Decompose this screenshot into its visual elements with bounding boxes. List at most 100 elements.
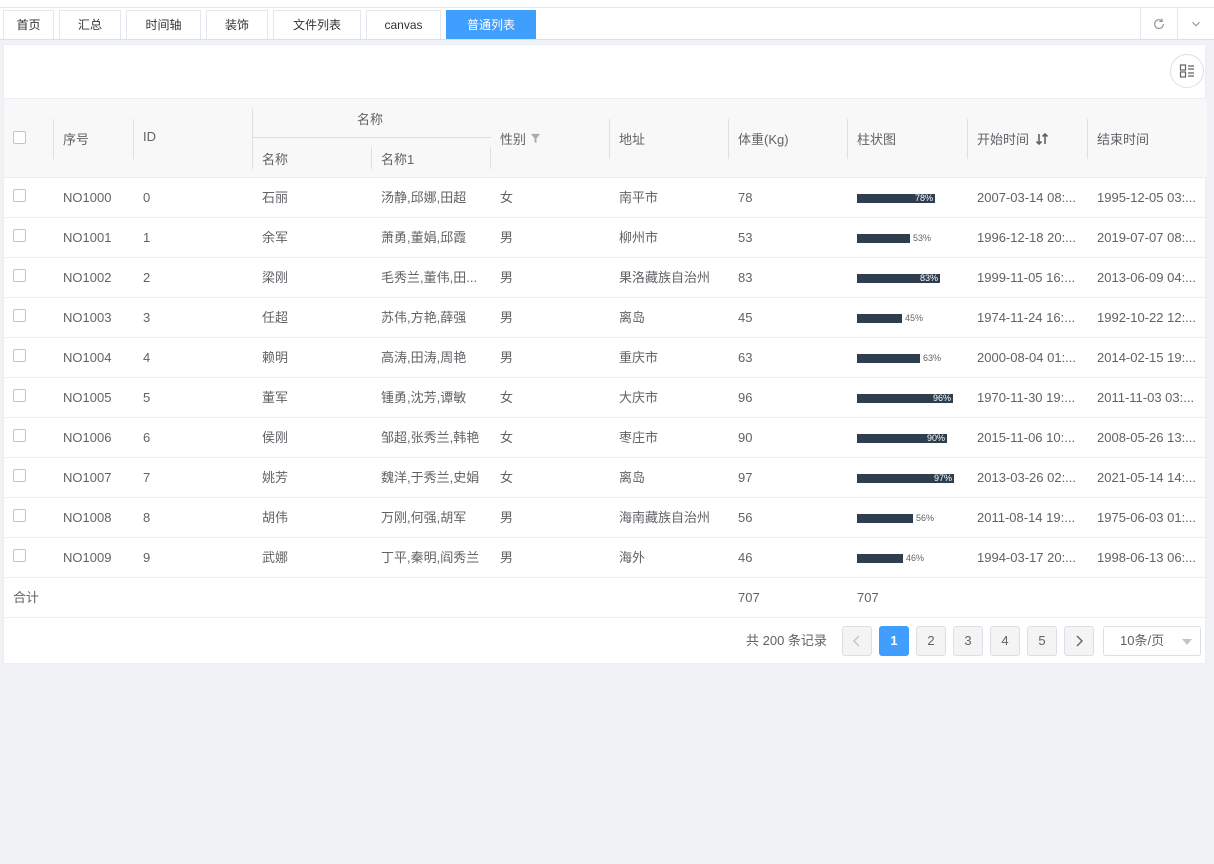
cell-name: 石丽 bbox=[262, 190, 289, 205]
cell-name: 武娜 bbox=[262, 550, 289, 565]
page-size-select[interactable]: 10条/页 bbox=[1103, 626, 1201, 656]
cell-weight: 78 bbox=[738, 190, 753, 205]
cell-end: 1975-06-03 01:... bbox=[1097, 510, 1197, 525]
progress-label: 97% bbox=[933, 473, 952, 483]
table-row[interactable]: NO1005 5 董军 锺勇,沈芳,谭敏 女 大庆市 96 1970-11-30 19:...… bbox=[4, 378, 1207, 418]
cell-weight: 96 bbox=[738, 390, 753, 405]
cell-seq: NO1002 bbox=[63, 270, 112, 285]
table-row[interactable]: NO1009 9 武娜 丁平,秦明,阎秀兰 男 海外 46 1994-03-17 20:...… bbox=[4, 538, 1207, 578]
cell-address: 南平市 bbox=[619, 190, 659, 205]
header-start-label: 开始时间 bbox=[977, 132, 1030, 147]
page-3[interactable]: 3 bbox=[953, 626, 983, 656]
chevron-left-icon bbox=[853, 635, 860, 647]
cell-weight: 56 bbox=[738, 510, 753, 525]
prev-page-button[interactable] bbox=[842, 626, 872, 656]
cell-name: 余军 bbox=[262, 230, 289, 245]
cell-weight: 46 bbox=[738, 550, 753, 565]
table-row[interactable]: NO1008 8 胡伟 万刚,何强,胡军 男 海南藏族自治州 56 2011-08-14 19… bbox=[4, 498, 1207, 538]
cell-start: 1974-11-24 16:... bbox=[977, 310, 1076, 325]
cell-gender: 女 bbox=[500, 470, 514, 485]
page-2[interactable]: 2 bbox=[916, 626, 946, 656]
table-row[interactable]: NO1001 1 余军 萧勇,董娟,邱霞 男 柳州市 53 1996-12-18 20:...… bbox=[4, 218, 1207, 258]
table-row[interactable]: NO1002 2 梁刚 毛秀兰,董伟,田... 男 果洛藏族自治州 83 1999-11-05… bbox=[4, 258, 1207, 298]
cell-seq: NO1008 bbox=[63, 510, 112, 525]
cell-id: 4 bbox=[143, 350, 151, 365]
sort-icon[interactable] bbox=[1035, 132, 1049, 146]
cell-address: 重庆市 bbox=[619, 350, 659, 365]
header-start-time[interactable]: 开始时间 bbox=[977, 129, 1049, 148]
table-row[interactable]: NO1003 3 任超 苏伟,方艳,薛强 男 离岛 45 1974-11-24 16:... 1… bbox=[4, 298, 1207, 338]
cell-start: 1970-11-30 19:... bbox=[977, 390, 1076, 405]
cell-id: 9 bbox=[143, 550, 151, 565]
cell-seq: NO1003 bbox=[63, 310, 112, 325]
more-tabs-button[interactable] bbox=[1177, 8, 1213, 39]
cell-address: 离岛 bbox=[619, 310, 646, 325]
tab-normal-list[interactable]: 普通列表 bbox=[446, 10, 536, 39]
header-address: 地址 bbox=[619, 132, 646, 147]
tab-summary[interactable]: 汇总 bbox=[59, 10, 121, 39]
cell-weight: 53 bbox=[738, 230, 753, 245]
row-checkbox[interactable] bbox=[13, 258, 26, 297]
cell-end: 2014-02-15 19:... bbox=[1097, 350, 1197, 365]
pagination: 共 200 条记录 1 2 3 4 5 10条/页 bbox=[4, 626, 1207, 664]
header-end-time: 结束时间 bbox=[1097, 132, 1150, 147]
next-page-button[interactable] bbox=[1064, 626, 1094, 656]
cell-weight: 83 bbox=[738, 270, 753, 285]
cell-id: 8 bbox=[143, 510, 151, 525]
header-name: 名称 bbox=[262, 152, 289, 167]
progress-bar: 97% bbox=[857, 473, 954, 483]
table-row[interactable]: NO1000 0 石丽 汤静,邱娜,田超 女 南平市 78 2007-03-14 08:...… bbox=[4, 178, 1207, 218]
filter-icon[interactable] bbox=[530, 133, 541, 144]
page-5[interactable]: 5 bbox=[1027, 626, 1057, 656]
cell-address: 果洛藏族自治州 bbox=[619, 270, 711, 285]
column-settings-icon bbox=[1179, 64, 1194, 78]
row-checkbox[interactable] bbox=[13, 378, 26, 417]
cell-address: 枣庄市 bbox=[619, 430, 659, 445]
refresh-icon bbox=[1153, 18, 1164, 29]
tab-canvas[interactable]: canvas bbox=[366, 10, 441, 39]
cell-name1: 苏伟,方艳,薛强 bbox=[381, 310, 467, 325]
row-checkbox[interactable] bbox=[13, 298, 26, 337]
row-checkbox[interactable] bbox=[13, 338, 26, 377]
cell-bar: 97% bbox=[857, 473, 954, 483]
cell-start: 1996-12-18 20:... bbox=[977, 230, 1077, 245]
progress-bar: 96% bbox=[857, 393, 953, 403]
tab-home[interactable]: 首页 bbox=[3, 10, 54, 39]
table-row[interactable]: NO1004 4 赖明 高涛,田涛,周艳 男 重庆市 63 2000-08-04 01:...… bbox=[4, 338, 1207, 378]
cell-start: 2011-08-14 19:... bbox=[977, 510, 1076, 525]
cell-seq: NO1006 bbox=[63, 430, 112, 445]
footer-weight-total: 707 bbox=[738, 590, 760, 605]
cell-id: 3 bbox=[143, 310, 151, 325]
chevron-down-icon bbox=[1191, 21, 1200, 27]
refresh-button[interactable] bbox=[1140, 8, 1176, 39]
cell-bar: 46% bbox=[857, 553, 924, 563]
tab-decoration[interactable]: 装饰 bbox=[206, 10, 268, 39]
row-checkbox[interactable] bbox=[13, 218, 26, 257]
cell-name1: 萧勇,董娟,邱霞 bbox=[381, 230, 467, 245]
row-checkbox[interactable] bbox=[13, 498, 26, 537]
cell-seq: NO1000 bbox=[63, 190, 112, 205]
table-row[interactable]: NO1007 7 姚芳 魏洋,于秀兰,史娟 女 离岛 97 2013-03-26 02:...… bbox=[4, 458, 1207, 498]
page-4[interactable]: 4 bbox=[990, 626, 1020, 656]
cell-start: 2013-03-26 02:... bbox=[977, 470, 1077, 485]
cell-gender: 女 bbox=[500, 430, 514, 445]
tab-timeline[interactable]: 时间轴 bbox=[126, 10, 201, 39]
row-checkbox[interactable] bbox=[13, 458, 26, 497]
cell-id: 0 bbox=[143, 190, 151, 205]
row-checkbox[interactable] bbox=[13, 538, 26, 577]
progress-label: 78% bbox=[914, 193, 933, 203]
tab-file-list[interactable]: 文件列表 bbox=[273, 10, 361, 39]
cell-gender: 女 bbox=[500, 390, 514, 405]
page-1[interactable]: 1 bbox=[879, 626, 909, 656]
row-checkbox[interactable] bbox=[13, 418, 26, 457]
cell-bar: 90% bbox=[857, 433, 947, 443]
footer-label: 合计 bbox=[13, 590, 40, 605]
cell-name1: 高涛,田涛,周艳 bbox=[381, 350, 467, 365]
caret-down-icon bbox=[1182, 639, 1192, 645]
cell-id: 6 bbox=[143, 430, 151, 445]
column-settings-button[interactable] bbox=[1170, 54, 1204, 88]
select-all-checkbox[interactable] bbox=[13, 131, 26, 144]
row-checkbox[interactable] bbox=[13, 178, 26, 217]
table-row[interactable]: NO1006 6 侯刚 邹超,张秀兰,韩艳 女 枣庄市 90 2015-11-06 10:..… bbox=[4, 418, 1207, 458]
cell-bar: 63% bbox=[857, 353, 941, 363]
